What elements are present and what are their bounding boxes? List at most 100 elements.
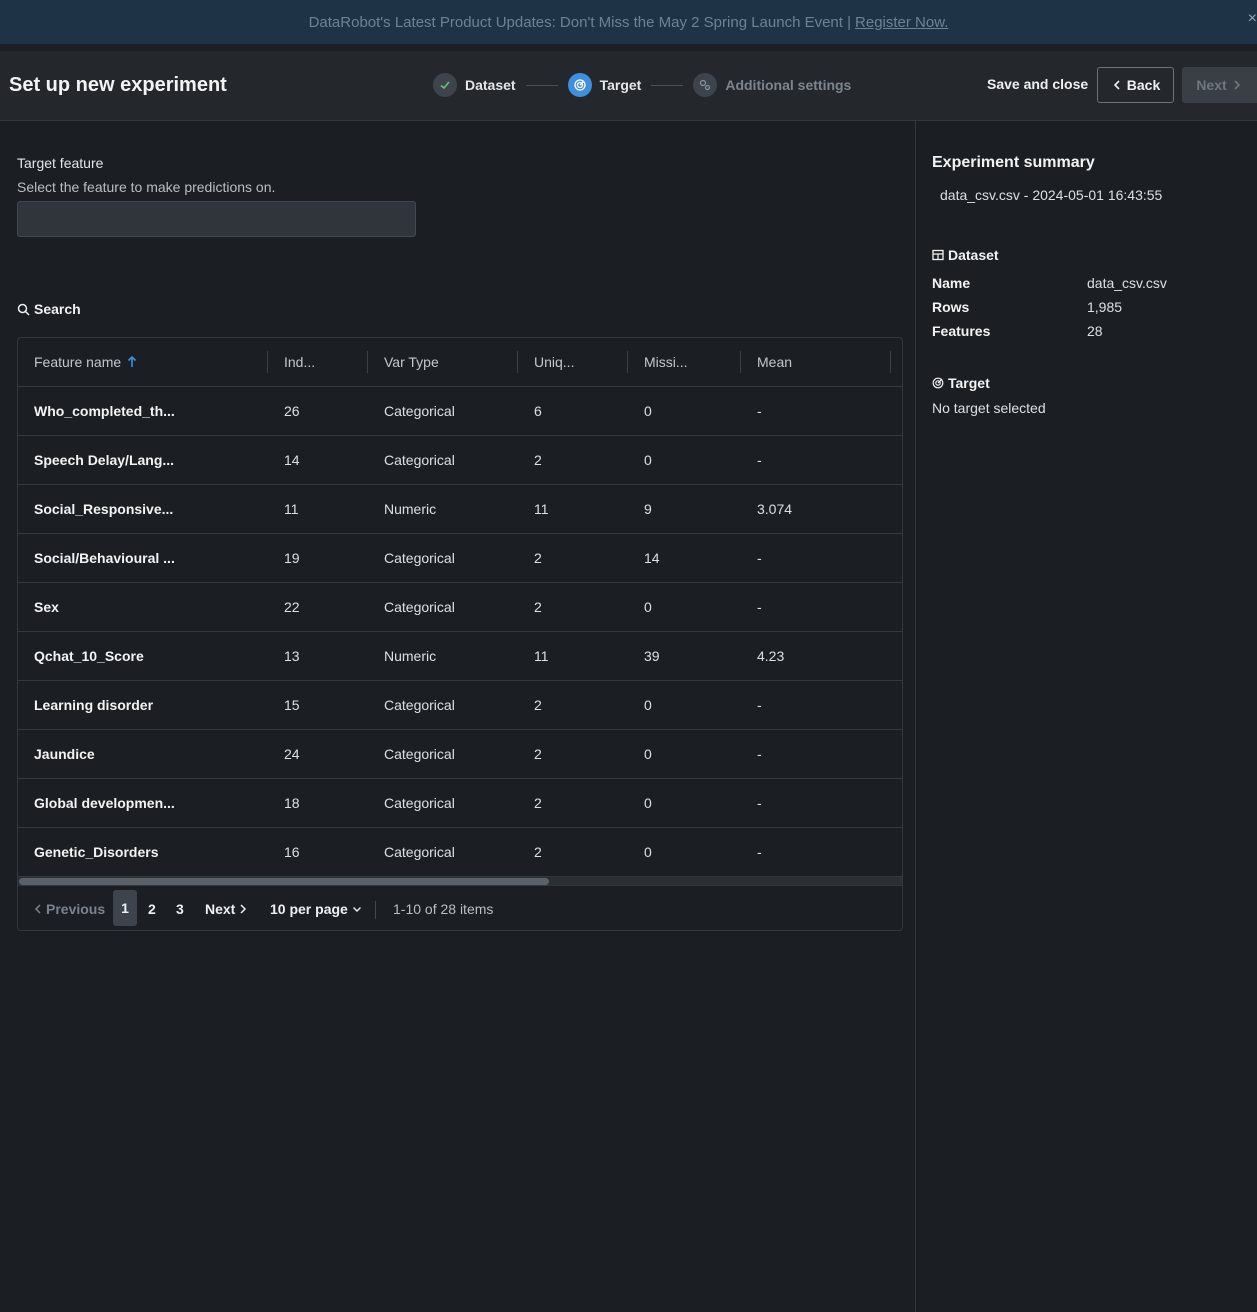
cell-feature-name: Speech Delay/Lang... — [34, 452, 175, 468]
step-dataset[interactable]: Dataset — [433, 73, 516, 97]
table-row[interactable]: Social/Behavioural ... 19 Categorical 2 14 - — [18, 534, 902, 583]
cell-var-type: Categorical — [384, 795, 455, 811]
search-icon — [17, 303, 30, 316]
chevron-left-icon — [1113, 80, 1120, 90]
features-table: Feature name Ind... Var Type Uniq... Mis… — [17, 337, 903, 931]
close-icon[interactable]: × — [1248, 10, 1257, 28]
cell-feature-name: Learning disorder — [34, 697, 154, 713]
table-icon — [932, 249, 944, 261]
cell-var-type: Numeric — [384, 501, 437, 517]
column-missing[interactable]: Missi... — [644, 338, 688, 386]
column-divider[interactable] — [517, 351, 518, 373]
step-connector — [525, 84, 558, 86]
cell-missing: 0 — [644, 452, 652, 468]
target-feature-input[interactable] — [17, 201, 416, 237]
main-panel: Target feature Select the feature to mak… — [0, 121, 915, 1312]
banner-text: DataRobot's Latest Product Updates: Don'… — [308, 13, 852, 31]
experiment-summary-panel: Experiment summary data_csv.csv - 2024-0… — [915, 121, 1257, 1312]
column-feature-name[interactable]: Feature name — [34, 338, 137, 386]
dataset-name-key: Name — [932, 275, 971, 291]
table-row[interactable]: Jaundice 24 Categorical 2 0 - — [18, 730, 902, 779]
next-page-button[interactable]: Next — [205, 898, 248, 920]
cell-index: 15 — [284, 697, 300, 713]
cell-feature-name: Who_completed_th... — [34, 403, 175, 419]
target-feature-help: Select the feature to make predictions o… — [17, 179, 276, 195]
cell-missing: 0 — [644, 746, 652, 762]
cell-unique: 2 — [534, 746, 542, 762]
cell-feature-name: Social_Responsive... — [34, 501, 174, 517]
table-row[interactable]: Genetic_Disorders 16 Categorical 2 0 - — [18, 828, 902, 877]
cell-unique: 2 — [534, 697, 542, 713]
table-row[interactable]: Sex 22 Categorical 2 0 - — [18, 583, 902, 632]
column-mean[interactable]: Mean — [757, 338, 792, 386]
target-feature-label: Target feature — [17, 155, 104, 171]
cell-mean: - — [757, 452, 762, 468]
column-unique[interactable]: Uniq... — [534, 338, 574, 386]
sort-ascending-icon — [128, 356, 137, 367]
cell-feature-name: Sex — [34, 599, 59, 615]
dataset-rows-value: 1,985 — [1087, 299, 1123, 315]
cell-var-type: Categorical — [384, 697, 455, 713]
search-toggle[interactable]: Search — [17, 301, 81, 317]
previous-label: Previous — [46, 901, 106, 917]
page-1-button[interactable]: 1 — [113, 890, 137, 926]
cell-feature-name: Social/Behavioural ... — [34, 550, 175, 566]
cell-unique: 2 — [534, 452, 542, 468]
column-divider[interactable] — [890, 351, 891, 373]
column-divider[interactable] — [740, 351, 741, 373]
cell-unique: 11 — [534, 648, 549, 664]
register-now-link[interactable]: Register Now. — [855, 14, 948, 31]
step-target[interactable]: Target — [567, 73, 641, 97]
scrollbar-thumb[interactable] — [19, 878, 549, 885]
cell-index: 11 — [284, 501, 299, 517]
table-row[interactable]: Who_completed_th... 26 Categorical 6 0 - — [18, 387, 902, 436]
table-row[interactable]: Qchat_10_Score 13 Numeric 11 39 4.23 — [18, 632, 902, 681]
column-divider[interactable] — [367, 351, 368, 373]
cell-mean: - — [757, 599, 762, 615]
column-divider[interactable] — [267, 351, 268, 373]
dataset-section-label: Dataset — [948, 247, 999, 263]
dataset-features-value: 28 — [1087, 323, 1103, 339]
table-row[interactable]: Learning disorder 15 Categorical 2 0 - — [18, 681, 902, 730]
cell-missing: 9 — [644, 501, 652, 517]
previous-page-button[interactable]: Previous — [33, 898, 105, 920]
summary-title: Experiment summary — [932, 154, 1095, 171]
search-label: Search — [34, 301, 81, 317]
back-button[interactable]: Back — [1097, 67, 1174, 103]
back-label: Back — [1126, 77, 1161, 93]
horizontal-scrollbar[interactable] — [18, 877, 902, 885]
target-icon — [567, 73, 592, 97]
dataset-name-value: data_csv.csv — [1087, 275, 1167, 291]
step-additional-settings[interactable]: Additional settings — [693, 73, 851, 97]
next-button[interactable]: Next — [1182, 67, 1257, 103]
cell-mean: - — [757, 550, 762, 566]
save-and-close-button[interactable]: Save and close — [987, 76, 1088, 92]
page-2-button[interactable]: 2 — [148, 898, 156, 920]
per-page-select[interactable]: 10 per page — [270, 898, 362, 920]
cell-feature-name: Qchat_10_Score — [34, 648, 144, 664]
cell-mean: - — [757, 844, 762, 860]
step-label: Additional settings — [725, 77, 852, 93]
cell-var-type: Categorical — [384, 844, 455, 860]
cell-mean: - — [757, 795, 762, 811]
table-row[interactable]: Global developmen... 18 Categorical 2 0 - — [18, 779, 902, 828]
column-var-type[interactable]: Var Type — [384, 338, 439, 386]
next-label: Next — [1196, 77, 1227, 93]
cell-unique: 2 — [534, 599, 542, 615]
cell-feature-name: Jaundice — [34, 746, 95, 762]
cell-var-type: Categorical — [384, 403, 455, 419]
column-label: Feature name — [34, 354, 122, 370]
cell-unique: 2 — [534, 550, 542, 566]
page-3-button[interactable]: 3 — [176, 898, 184, 920]
cell-missing: 0 — [644, 599, 652, 615]
table-row[interactable]: Social_Responsive... 11 Numeric 11 9 3.074 — [18, 485, 902, 534]
cell-index: 24 — [284, 746, 300, 762]
cell-missing: 0 — [644, 844, 652, 860]
cell-mean: - — [757, 403, 762, 419]
column-index[interactable]: Ind... — [284, 338, 315, 386]
column-divider[interactable] — [627, 351, 628, 373]
cell-index: 14 — [284, 452, 300, 468]
table-row[interactable]: Speech Delay/Lang... 14 Categorical 2 0 - — [18, 436, 902, 485]
chevron-down-icon — [352, 907, 361, 912]
cell-missing: 0 — [644, 403, 652, 419]
